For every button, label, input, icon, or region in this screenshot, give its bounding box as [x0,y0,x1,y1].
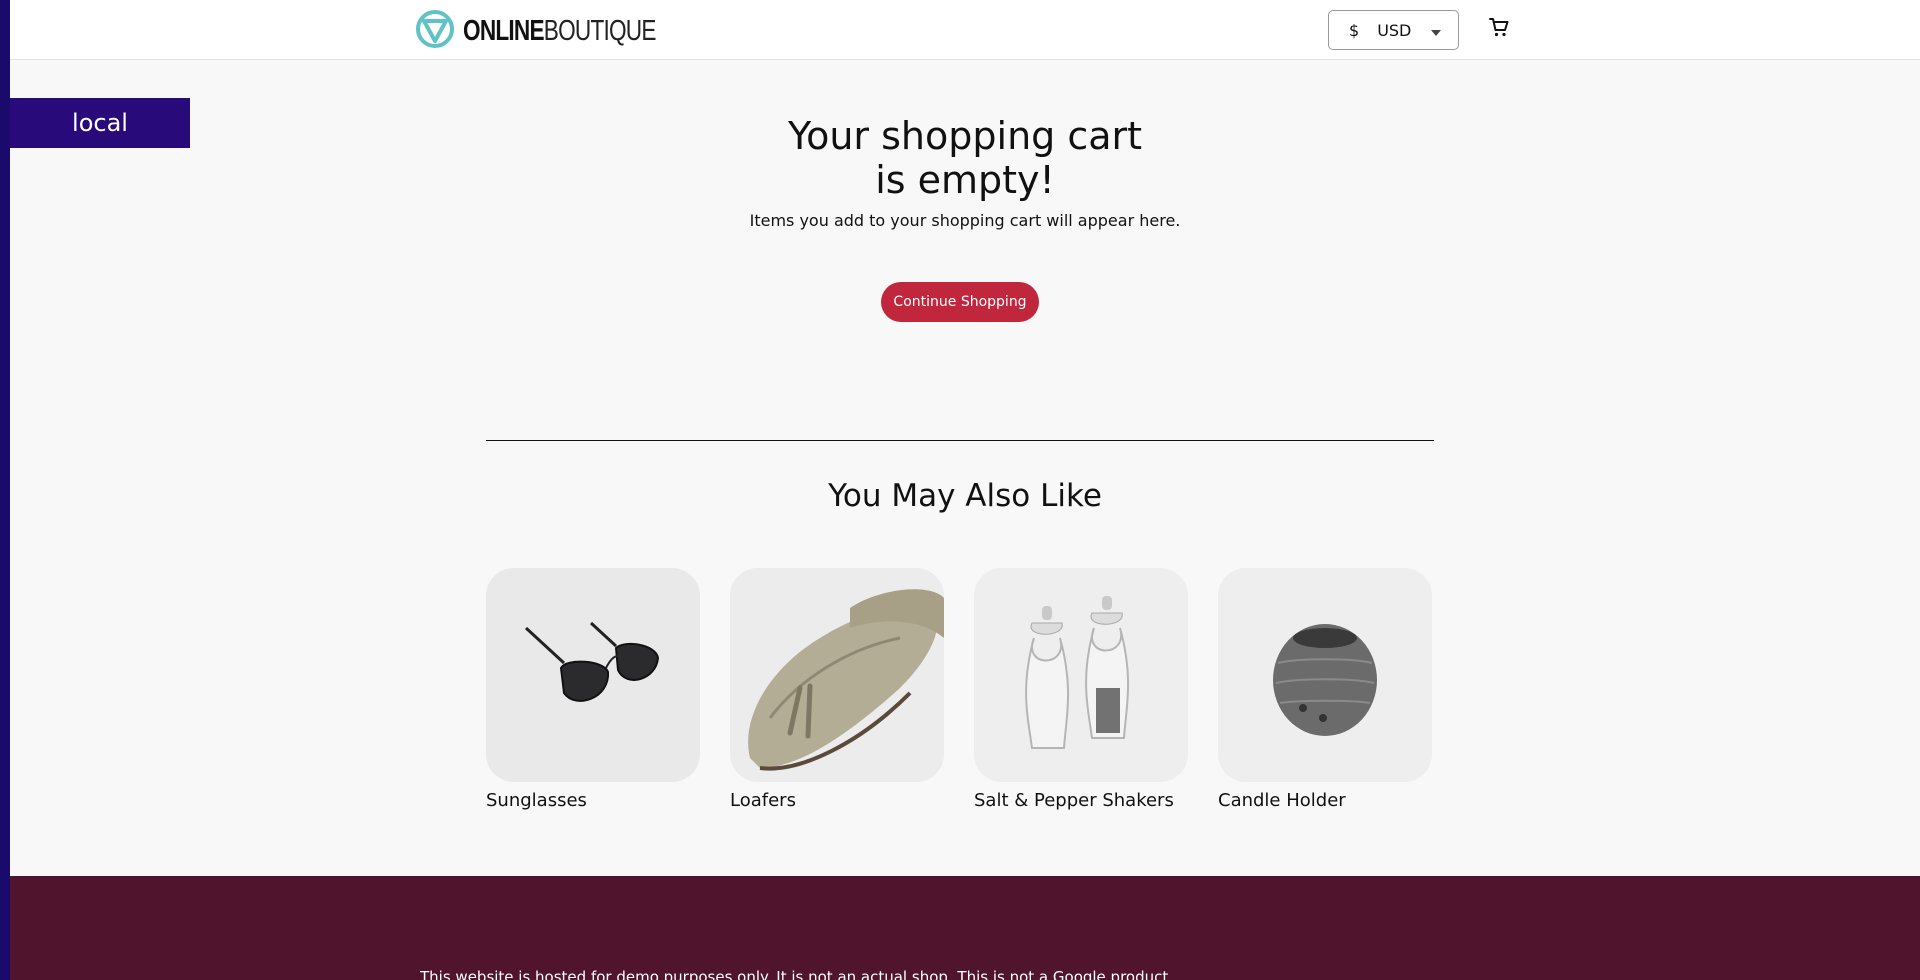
caret-down-icon [1431,21,1442,40]
candle-holder-image[interactable] [1218,568,1432,782]
recommendation-card[interactable]: Sunglasses [486,568,700,811]
logo-text-light: BOUTIQUE [543,14,657,47]
empty-cart-title-text: Your shopping cart is empty! [787,114,1143,202]
salt-pepper-shakers-image[interactable] [974,568,1188,782]
continue-shopping-button[interactable]: Continue Shopping [881,282,1039,322]
site-footer: This website is hosted for demo purposes… [10,876,1920,980]
recommendation-card[interactable]: Loafers [730,568,944,811]
currency-code: USD [1377,20,1412,40]
sunglasses-image[interactable] [486,568,700,782]
currency-selector[interactable]: $ USD [1328,10,1459,50]
logo-link[interactable]: ONLINEBOUTIQUE [415,9,710,53]
recommendation-card[interactable]: Salt & Pepper Shakers [974,568,1188,811]
empty-cart-title: Your shopping cart is empty! [10,114,1920,202]
recommendation-name[interactable]: Sunglasses [486,790,700,811]
recommendation-name[interactable]: Candle Holder [1218,790,1432,811]
currency-symbol: $ [1349,20,1360,40]
environment-badge: local [10,98,190,148]
footer-disclaimer: This website is hosted for demo purposes… [420,968,1174,980]
recommendation-card[interactable]: Candle Holder [1218,568,1432,811]
recommendation-name[interactable]: Salt & Pepper Shakers [974,790,1188,811]
logo-icon [415,9,455,53]
recommendations-list: Sunglasses Loafers Salt & Pepper Shakers… [486,568,1434,811]
recommendation-name[interactable]: Loafers [730,790,944,811]
empty-cart-subtitle: Items you add to your shopping cart will… [749,211,1181,230]
site-header: ONLINEBOUTIQUE $ USD [10,0,1920,60]
section-divider [486,440,1434,441]
cart-icon [1487,15,1511,43]
cart-page: Your shopping cart is empty! Items you a… [10,60,1920,876]
left-accent-bar [0,0,10,980]
cart-button[interactable] [1484,14,1514,44]
logo-text-bold: ONLINE [463,14,545,47]
loafers-image[interactable] [730,568,944,782]
logo-text: ONLINEBOUTIQUE [463,14,657,47]
recommendations-title: You May Also Like [828,478,1102,514]
